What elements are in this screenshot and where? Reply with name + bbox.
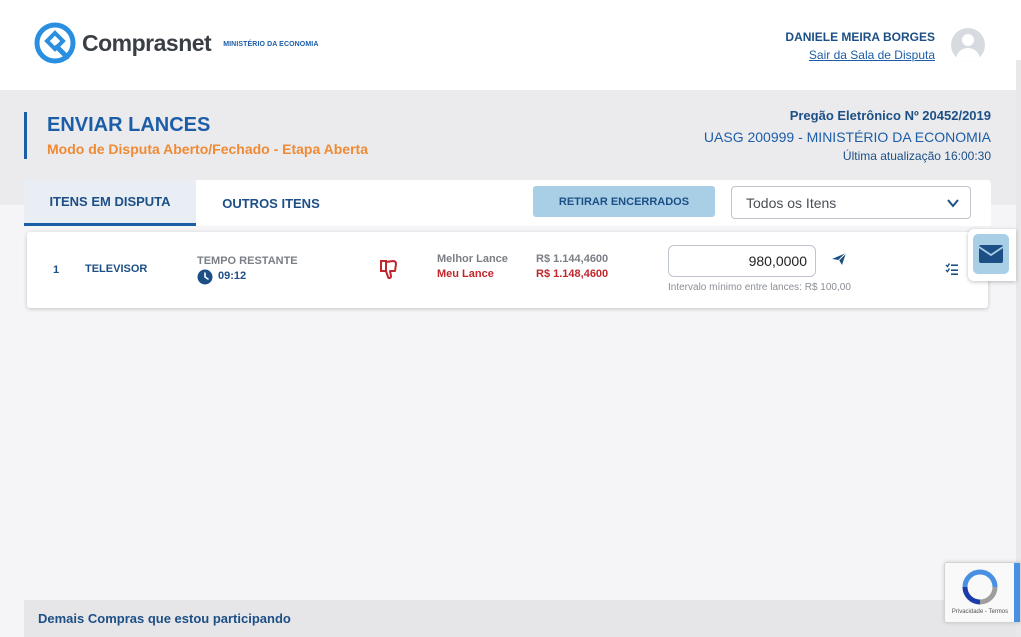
uasg-info: UASG 200999 - MINISTÉRIO DA ECONOMIA — [703, 129, 991, 145]
my-bid-value: R$ 1.148,4600 — [536, 268, 609, 280]
other-purchases-label: Demais Compras que estou participando — [38, 611, 291, 626]
avatar-head-shape — [962, 34, 974, 46]
mail-button[interactable] — [973, 234, 1009, 274]
best-bid-label: Melhor Lance — [437, 253, 508, 265]
chevron-down-icon — [947, 199, 959, 208]
comprasnet-logo[interactable]: Comprasnet MINISTÉRIO DA ECONOMIA — [33, 21, 318, 65]
tab-outros-itens[interactable]: OUTROS ITENS — [196, 180, 346, 226]
send-bid-icon[interactable] — [831, 251, 847, 267]
top-header: Comprasnet MINISTÉRIO DA ECONOMIA DANIEL… — [0, 0, 1021, 90]
recaptcha-side-tab — [1014, 563, 1020, 622]
envelope-icon — [978, 245, 1004, 263]
checklist-icon[interactable] — [945, 262, 959, 276]
user-name: DANIELE MEIRA BORGES — [785, 30, 935, 44]
best-bid-value: R$ 1.144,4600 — [536, 253, 609, 265]
logo-subtitle: MINISTÉRIO DA ECONOMIA — [223, 41, 319, 48]
clock-icon — [197, 269, 213, 285]
tabs-bar: ITENS EM DISPUTA OUTROS ITENS RETIRAR EN… — [24, 180, 991, 226]
mail-panel — [968, 229, 1016, 281]
page-subtitle: Modo de Disputa Aberto/Fechado - Etapa A… — [47, 141, 368, 157]
avatar[interactable] — [951, 28, 985, 62]
items-filter-select[interactable]: Todos os Itens — [731, 186, 971, 219]
last-update: Última atualização 16:00:30 — [842, 149, 991, 163]
recaptcha-badge[interactable]: Privacidade - Termos — [944, 562, 1021, 623]
logo-text: Comprasnet — [82, 29, 212, 56]
recaptcha-terms[interactable]: Privacidade - Termos — [945, 609, 1015, 615]
min-interval-hint: Intervalo mínimo entre lances: R$ 100,00 — [668, 282, 851, 293]
items-filter-value: Todos os Itens — [746, 194, 837, 211]
avatar-body-shape — [956, 48, 980, 62]
tab-itens-em-disputa[interactable]: ITENS EM DISPUTA — [24, 180, 196, 226]
retirar-encerrados-button[interactable]: RETIRAR ENCERRADOS — [533, 186, 715, 217]
time-remaining-label: TEMPO RESTANTE — [197, 255, 298, 267]
time-remaining-value: 09:12 — [218, 270, 247, 282]
other-purchases-section[interactable]: Demais Compras que estou participando — [24, 600, 1016, 637]
comprasnet-logo-icon — [34, 22, 76, 64]
item-row: 1 TELEVISOR TEMPO RESTANTE 09:12 Melhor … — [27, 232, 988, 308]
thumbs-down-icon — [380, 260, 397, 280]
item-name[interactable]: TELEVISOR — [85, 263, 147, 275]
recaptcha-icon — [962, 569, 998, 605]
pregao-number: Pregão Eletrônico Nº 20452/2019 — [789, 108, 991, 123]
scrollbar[interactable] — [1016, 60, 1021, 637]
my-bid-label: Meu Lance — [437, 268, 494, 280]
title-accent-bar — [24, 112, 27, 159]
bid-input[interactable] — [668, 245, 816, 277]
page-title: ENVIAR LANCES — [47, 114, 211, 136]
logout-link[interactable]: Sair da Sala de Disputa — [809, 48, 935, 62]
item-number: 1 — [53, 264, 60, 276]
